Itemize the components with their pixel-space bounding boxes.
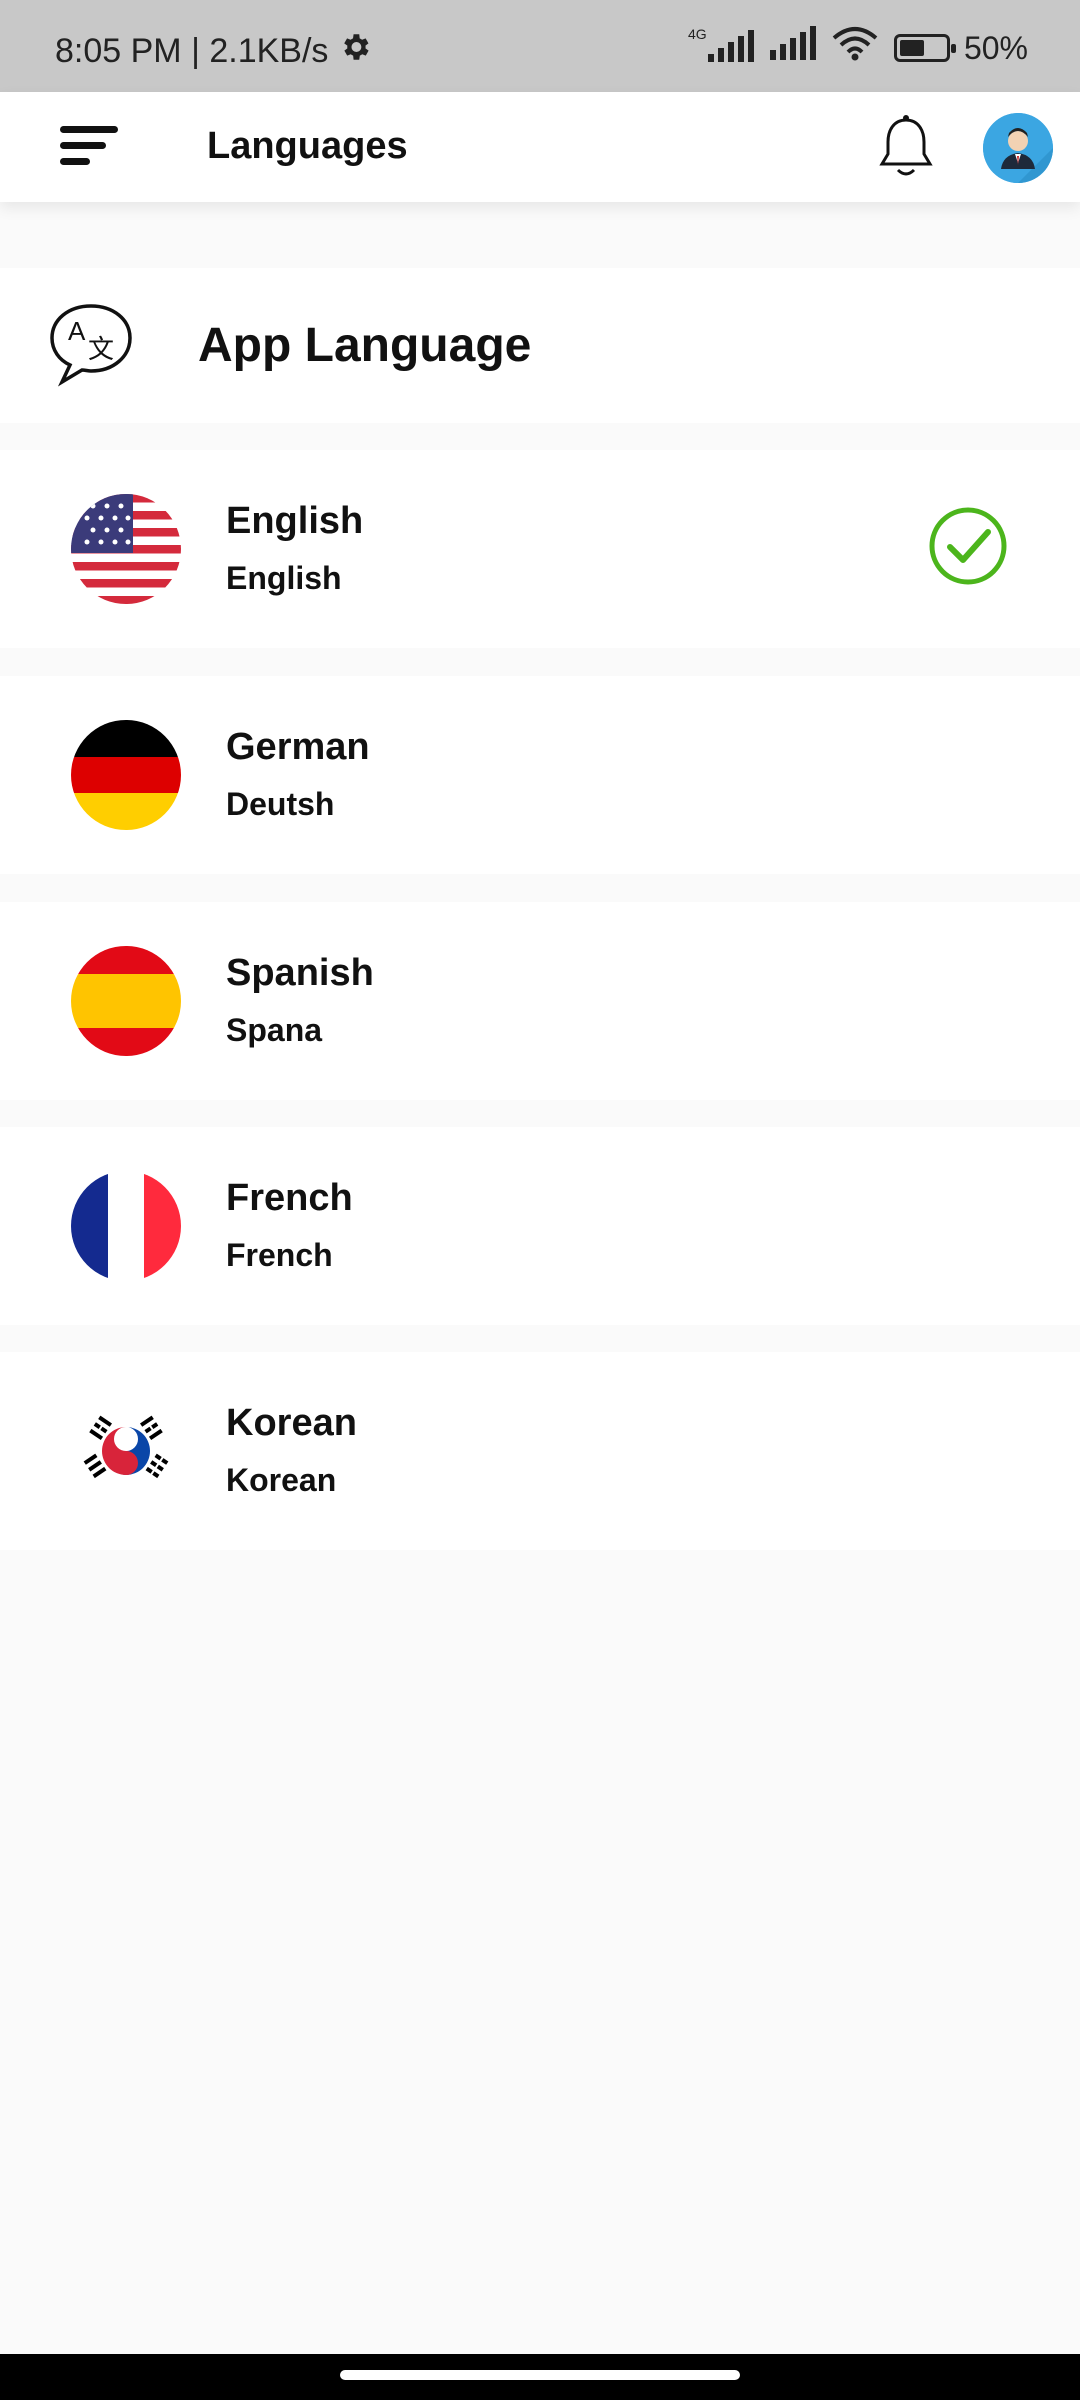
us-flag-icon: [71, 494, 181, 604]
battery-icon: [893, 34, 956, 62]
language-name: Korean: [226, 1402, 357, 1444]
language-native-name: English: [226, 560, 342, 596]
language-row-english[interactable]: English English: [0, 450, 1080, 648]
language-native-name: Spana: [226, 1012, 323, 1048]
avatar-icon[interactable]: [983, 113, 1053, 183]
section-title: App Language: [198, 319, 532, 372]
language-native-name: Korean: [226, 1462, 337, 1498]
language-name: Spanish: [226, 952, 374, 994]
home-indicator[interactable]: [340, 2370, 740, 2380]
page-title: Languages: [207, 125, 408, 167]
gear-icon: [338, 30, 372, 73]
korean-flag-icon: [71, 1396, 181, 1506]
app-bar: Languages: [0, 92, 1080, 202]
translate-icon: A 文: [46, 300, 136, 390]
language-native-name: French: [226, 1237, 333, 1273]
app-language-section: A 文 App Language: [0, 268, 1080, 423]
svg-text:文: 文: [88, 334, 114, 364]
language-name: French: [226, 1177, 353, 1219]
language-row-korean[interactable]: Korean Korean: [0, 1352, 1080, 1550]
wifi-icon: [830, 26, 880, 70]
battery-text: 50%: [963, 29, 1028, 66]
svg-text:A: A: [68, 316, 86, 346]
language-row-spanish[interactable]: Spanish Spana: [0, 902, 1080, 1100]
spanish-flag-icon: [71, 946, 181, 1056]
status-right: 4G 50%: [688, 26, 1028, 70]
status-bar: 8:05 PM | 2.1KB/s 4G 50%: [0, 0, 1080, 92]
time-speed-text: 8:05 PM | 2.1KB/s: [55, 32, 329, 70]
battery-fill: [899, 40, 924, 56]
language-row-french[interactable]: French French: [0, 1127, 1080, 1325]
language-name: English: [226, 500, 364, 542]
bell-icon[interactable]: [876, 114, 936, 180]
navigation-bar: [0, 2354, 1080, 2400]
language-name: German: [226, 726, 370, 768]
menu-icon[interactable]: [58, 122, 124, 172]
german-flag-icon: [71, 720, 181, 830]
language-row-german[interactable]: German Deutsh: [0, 676, 1080, 874]
cellular-signal-icon: 4G: [688, 26, 754, 68]
cellular-signal-2-icon: [768, 26, 816, 70]
language-native-name: Deutsh: [226, 786, 335, 822]
french-flag-icon: [71, 1171, 181, 1281]
status-left: 8:05 PM | 2.1KB/s: [55, 30, 372, 73]
selected-check-icon: [928, 506, 1008, 586]
